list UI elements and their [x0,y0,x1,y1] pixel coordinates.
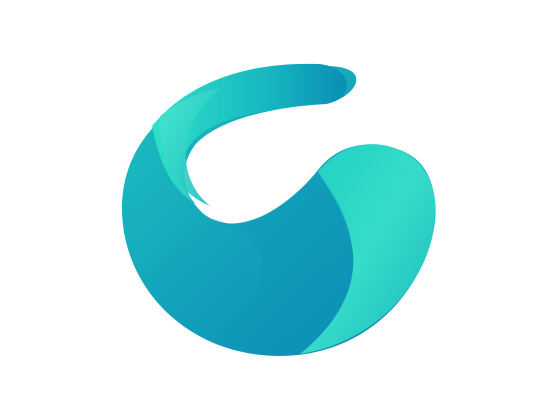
teal-swirl-logo-icon [122,63,436,356]
canvas [0,0,560,420]
